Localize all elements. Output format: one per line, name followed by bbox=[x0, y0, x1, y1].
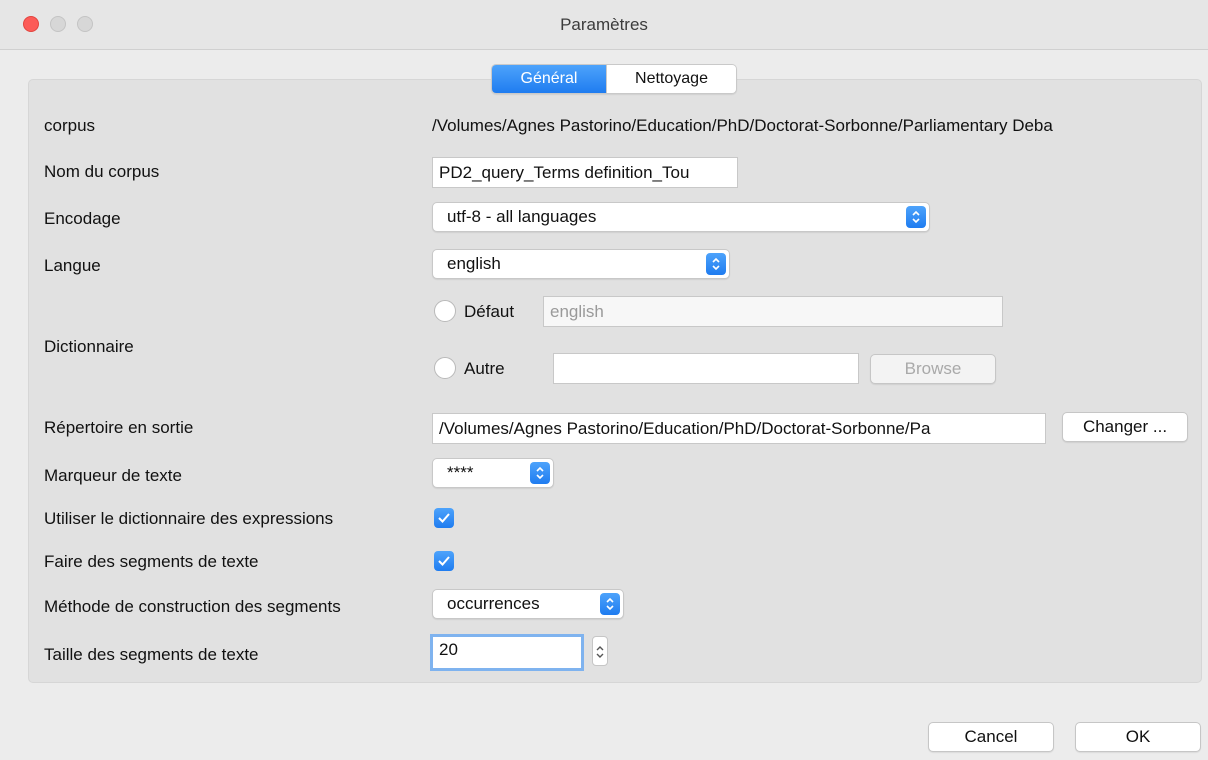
segment-method-value: occurrences bbox=[447, 594, 540, 613]
ok-button[interactable]: OK bbox=[1075, 722, 1201, 752]
title-bar: Paramètres bbox=[0, 0, 1208, 50]
change-output-dir-button[interactable]: Changer ... bbox=[1062, 412, 1188, 442]
output-dir-input[interactable]: /Volumes/Agnes Pastorino/Education/PhD/D… bbox=[432, 413, 1046, 444]
text-marker-value: **** bbox=[447, 463, 474, 482]
corpus-name-label: Nom du corpus bbox=[44, 162, 160, 181]
window-title: Paramètres bbox=[560, 15, 648, 34]
make-segments-label: Faire des segments de texte bbox=[44, 552, 259, 571]
updown-chevron-icon bbox=[530, 462, 550, 484]
other-dictionary-radio[interactable] bbox=[434, 357, 456, 379]
encoding-label: Encodage bbox=[44, 209, 121, 228]
segment-size-stepper[interactable] bbox=[592, 636, 608, 666]
default-dictionary-field: english bbox=[543, 296, 1003, 327]
other-dictionary-label: Autre bbox=[464, 359, 505, 378]
default-dictionary-radio[interactable] bbox=[434, 300, 456, 322]
use-expressions-checkbox[interactable] bbox=[434, 508, 454, 528]
use-expressions-label: Utiliser le dictionnaire des expressions bbox=[44, 509, 334, 528]
encoding-value: utf-8 - all languages bbox=[447, 207, 597, 226]
corpus-path: /Volumes/Agnes Pastorino/Education/PhD/D… bbox=[432, 116, 1053, 135]
segment-size-label: Taille des segments de texte bbox=[44, 645, 259, 664]
tab-general[interactable]: Général bbox=[492, 65, 606, 93]
dictionary-label: Dictionnaire bbox=[44, 337, 134, 356]
cancel-button[interactable]: Cancel bbox=[928, 722, 1054, 752]
segment-method-select[interactable]: occurrences bbox=[432, 589, 624, 619]
default-dictionary-label: Défaut bbox=[464, 302, 515, 321]
text-marker-label: Marqueur de texte bbox=[44, 466, 182, 485]
updown-chevron-icon bbox=[600, 593, 620, 615]
text-marker-select[interactable]: **** bbox=[432, 458, 554, 488]
output-dir-label: Répertoire en sortie bbox=[44, 418, 194, 437]
segment-size-input[interactable]: 20 bbox=[430, 634, 584, 671]
updown-chevron-icon bbox=[706, 253, 726, 275]
updown-chevron-icon bbox=[906, 206, 926, 228]
language-label: Langue bbox=[44, 256, 101, 275]
make-segments-checkbox[interactable] bbox=[434, 551, 454, 571]
language-value: english bbox=[447, 254, 501, 273]
corpus-name-input[interactable]: PD2_query_Terms definition_Tou bbox=[432, 157, 738, 188]
tab-bar: Général Nettoyage bbox=[491, 64, 737, 94]
encoding-select[interactable]: utf-8 - all languages bbox=[432, 202, 930, 232]
browse-button[interactable]: Browse bbox=[870, 354, 996, 384]
tab-cleaning[interactable]: Nettoyage bbox=[606, 65, 736, 93]
other-dictionary-input[interactable] bbox=[553, 353, 859, 384]
corpus-label: corpus bbox=[44, 116, 96, 135]
segment-method-label: Méthode de construction des segments bbox=[44, 597, 341, 616]
language-select[interactable]: english bbox=[432, 249, 730, 279]
